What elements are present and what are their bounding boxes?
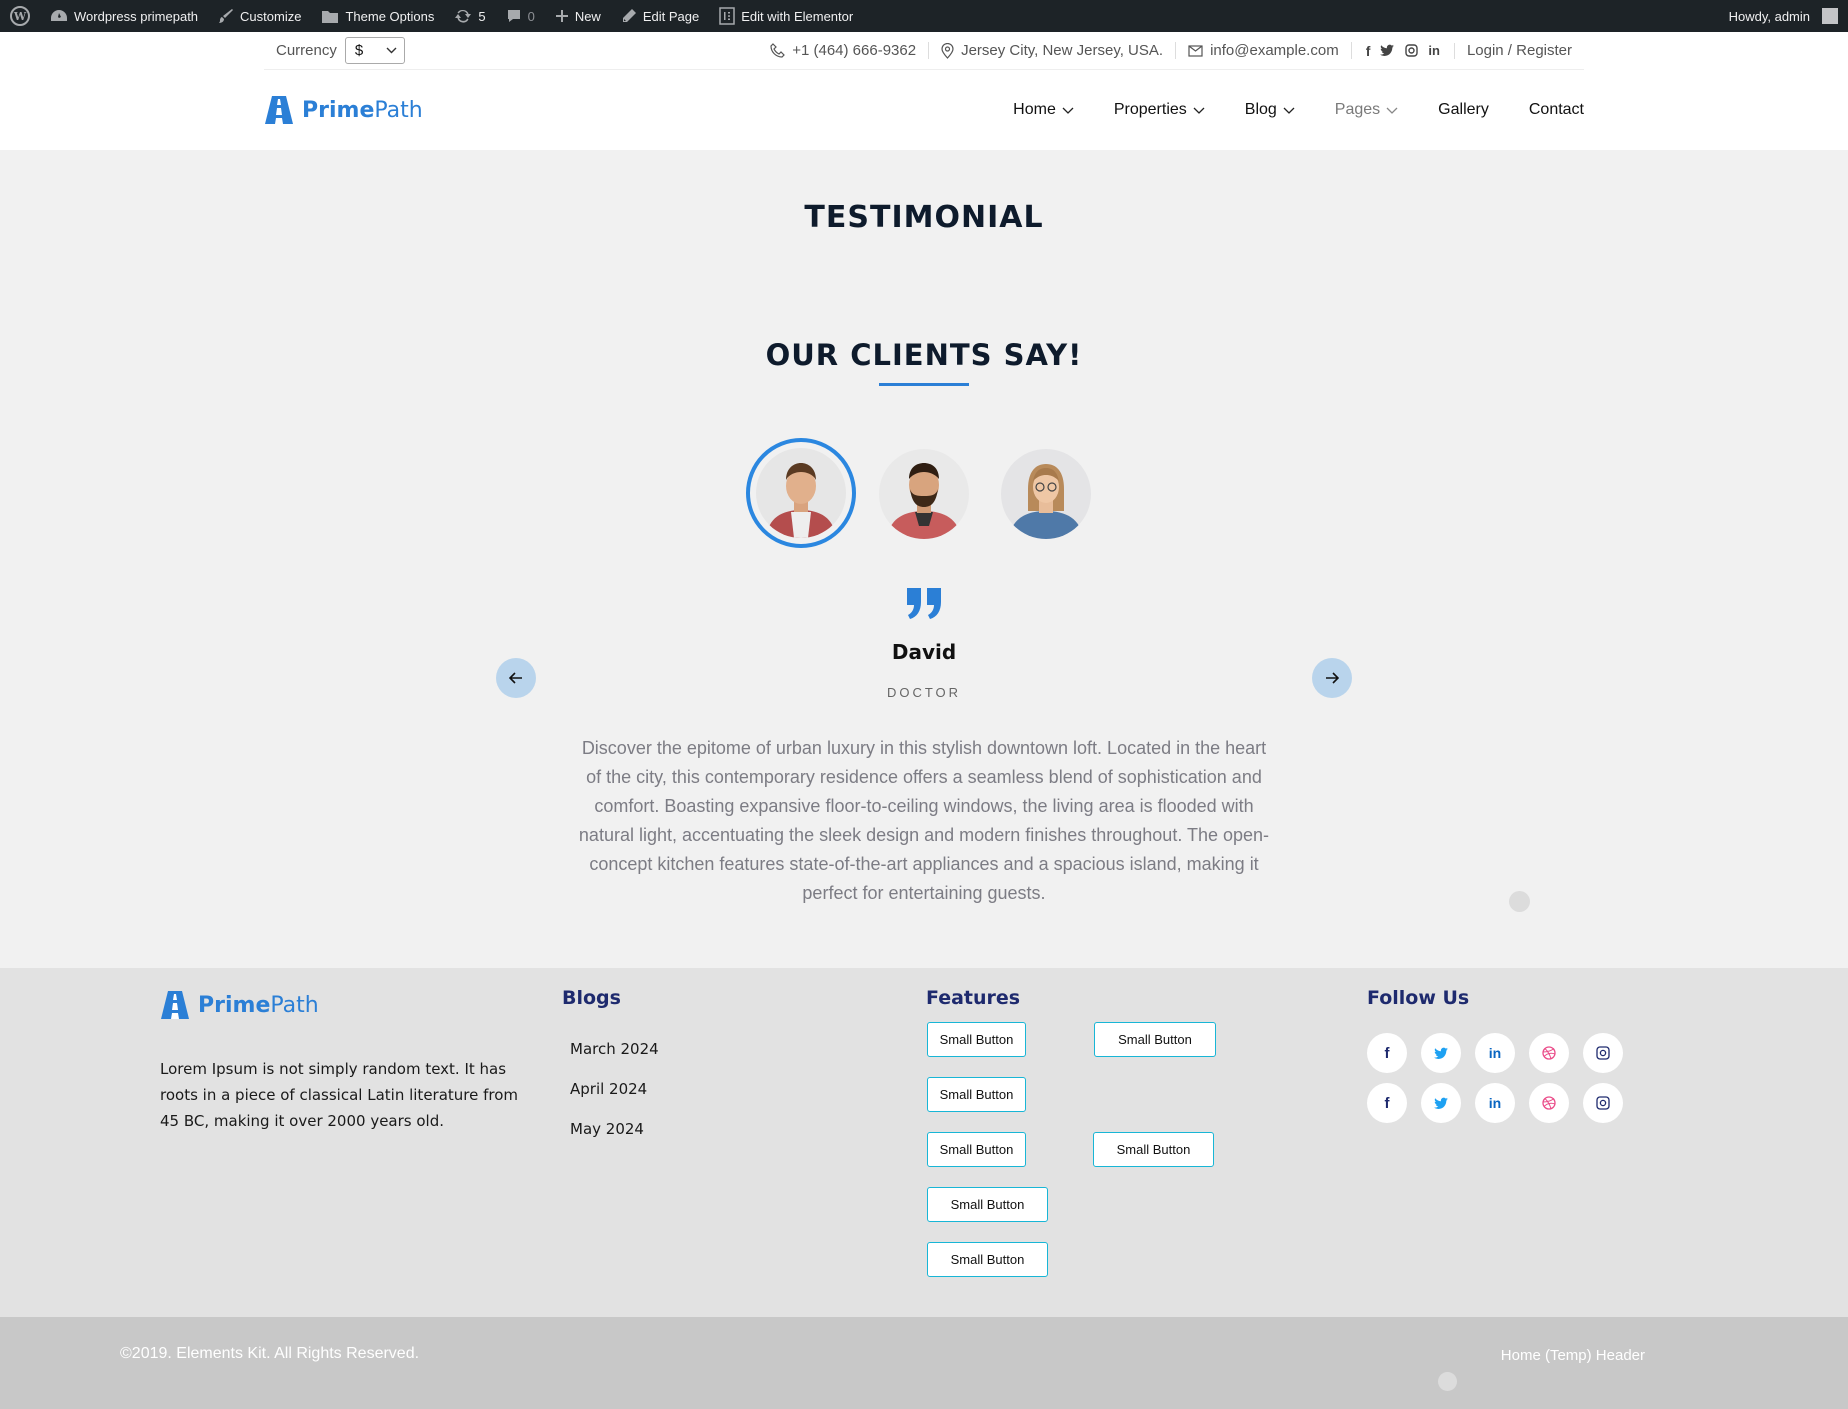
page-title: TESTIMONIAL [804, 200, 1044, 235]
location-pin-icon [941, 42, 954, 59]
small-button[interactable]: Small Button [927, 1187, 1048, 1222]
folder-icon [322, 10, 339, 23]
arrow-right-icon [1326, 672, 1339, 684]
linkedin-icon[interactable]: in [1428, 43, 1440, 58]
address-info: Jersey City, New Jersey, USA. [929, 42, 1177, 59]
small-button[interactable]: Small Button [927, 1132, 1026, 1167]
admin-new[interactable]: New [545, 0, 611, 32]
nav-properties[interactable]: Properties [1114, 101, 1205, 119]
home-header-link[interactable]: Home (Temp) Header [1501, 1347, 1645, 1364]
testimonial-text: Discover the epitome of urban luxury in … [578, 738, 1270, 903]
arrow-left-icon [509, 672, 522, 684]
nav-contact[interactable]: Contact [1529, 101, 1584, 119]
svg-text:W: W [13, 10, 27, 23]
client-avatar[interactable] [879, 449, 969, 539]
client-role: DOCTOR [886, 685, 962, 700]
twitter-icon[interactable] [1421, 1033, 1461, 1073]
pencil-icon [622, 9, 636, 22]
nav-gallery[interactable]: Gallery [1438, 101, 1489, 119]
dribbble-icon[interactable] [1529, 1083, 1569, 1123]
admin-comments[interactable]: 0 [496, 0, 545, 32]
blog-archive-link[interactable]: March 2024 [570, 1040, 659, 1080]
facebook-icon[interactable]: f [1367, 1083, 1407, 1123]
prev-slide-button[interactable] [496, 658, 536, 698]
logo-icon [265, 96, 293, 124]
top-info-bar: Currency $ +1 (464) 666-9362 Jersey City… [264, 32, 1584, 70]
twitter-icon[interactable] [1421, 1083, 1461, 1123]
top-social-links: f in [1352, 42, 1455, 59]
main-nav: Home Properties Blog Pages Gallery Conta… [1013, 101, 1584, 119]
phone-info[interactable]: +1 (464) 666-9362 [758, 42, 930, 59]
refresh-icon [455, 9, 472, 23]
twitter-icon[interactable] [1380, 44, 1395, 57]
client-name: David [891, 640, 957, 664]
nav-blog[interactable]: Blog [1245, 101, 1295, 119]
brush-icon [219, 9, 234, 23]
instagram-icon[interactable] [1405, 44, 1419, 57]
facebook-icon[interactable]: f [1366, 43, 1371, 59]
small-button[interactable]: Small Button [927, 1077, 1026, 1112]
elementor-icon [719, 7, 735, 25]
admin-customize[interactable]: Customize [208, 0, 311, 32]
client-avatars [746, 438, 1096, 548]
admin-updates[interactable]: 5 [444, 0, 495, 32]
login-register-link[interactable]: Login / Register [1455, 42, 1584, 59]
blog-archive-list: March 2024 April 2024 May 2024 [570, 1040, 659, 1160]
small-button[interactable]: Small Button [1094, 1022, 1216, 1057]
linkedin-icon[interactable]: in [1475, 1083, 1515, 1123]
instagram-icon[interactable] [1583, 1083, 1623, 1123]
next-slide-button[interactable] [1312, 658, 1352, 698]
mail-icon [1188, 44, 1203, 57]
client-avatar-active[interactable] [746, 438, 856, 548]
dribbble-icon[interactable] [1529, 1033, 1569, 1073]
dashboard-icon [51, 10, 67, 21]
plus-icon [555, 10, 568, 22]
chevron-down-icon [386, 47, 397, 54]
blog-archive-link[interactable]: April 2024 [570, 1080, 659, 1120]
chevron-down-icon [1062, 107, 1074, 114]
decorative-dot [1438, 1372, 1457, 1391]
quote-icon [907, 588, 941, 619]
logo-icon [161, 991, 189, 1019]
footer-about-text: Lorem Ipsum is not simply random text. I… [160, 1060, 519, 1130]
admin-site-name[interactable]: Wordpress primepath [40, 0, 208, 32]
blogs-heading: Blogs [562, 987, 621, 1009]
small-button[interactable]: Small Button [1093, 1132, 1214, 1167]
admin-account[interactable]: Howdy, admin [1719, 0, 1848, 32]
follow-us-heading: Follow Us [1367, 987, 1470, 1009]
small-button[interactable]: Small Button [927, 1242, 1048, 1277]
comment-icon [507, 10, 520, 22]
admin-edit-elementor[interactable]: Edit with Elementor [709, 0, 863, 32]
features-heading: Features [926, 987, 1021, 1009]
admin-avatar [1822, 8, 1838, 24]
instagram-icon[interactable] [1583, 1033, 1623, 1073]
linkedin-icon[interactable]: in [1475, 1033, 1515, 1073]
client-avatar[interactable] [1001, 449, 1091, 539]
admin-theme-options[interactable]: Theme Options [311, 0, 444, 32]
chevron-down-icon [1283, 107, 1295, 114]
decorative-dot [1509, 891, 1530, 912]
phone-icon [770, 43, 786, 58]
admin-edit-page[interactable]: Edit Page [611, 0, 709, 32]
email-info[interactable]: info@example.com [1176, 42, 1352, 59]
wordpress-logo-icon[interactable]: W [0, 0, 40, 32]
currency-select[interactable]: $ [344, 37, 405, 64]
footer-logo[interactable]: PrimePath [160, 990, 319, 1020]
site-logo[interactable]: PrimePath [264, 95, 423, 125]
copyright-text: ©2019. Elements Kit. All Rights Reserved… [120, 1345, 420, 1362]
section-title: OUR CLIENTS SAY! [765, 338, 1083, 372]
title-underline [879, 383, 969, 386]
small-button[interactable]: Small Button [927, 1022, 1026, 1057]
facebook-icon[interactable]: f [1367, 1033, 1407, 1073]
blog-archive-link[interactable]: May 2024 [570, 1120, 659, 1160]
main-header: PrimePath Home Properties Blog Pages Gal… [264, 82, 1584, 138]
chevron-down-icon [1386, 107, 1398, 114]
nav-pages[interactable]: Pages [1335, 101, 1398, 119]
admin-bar: W Wordpress primepath Customize Theme Op… [0, 0, 1848, 32]
currency-label: Currency [276, 42, 337, 59]
nav-home[interactable]: Home [1013, 101, 1074, 119]
chevron-down-icon [1193, 107, 1205, 114]
footer [0, 968, 1848, 1317]
